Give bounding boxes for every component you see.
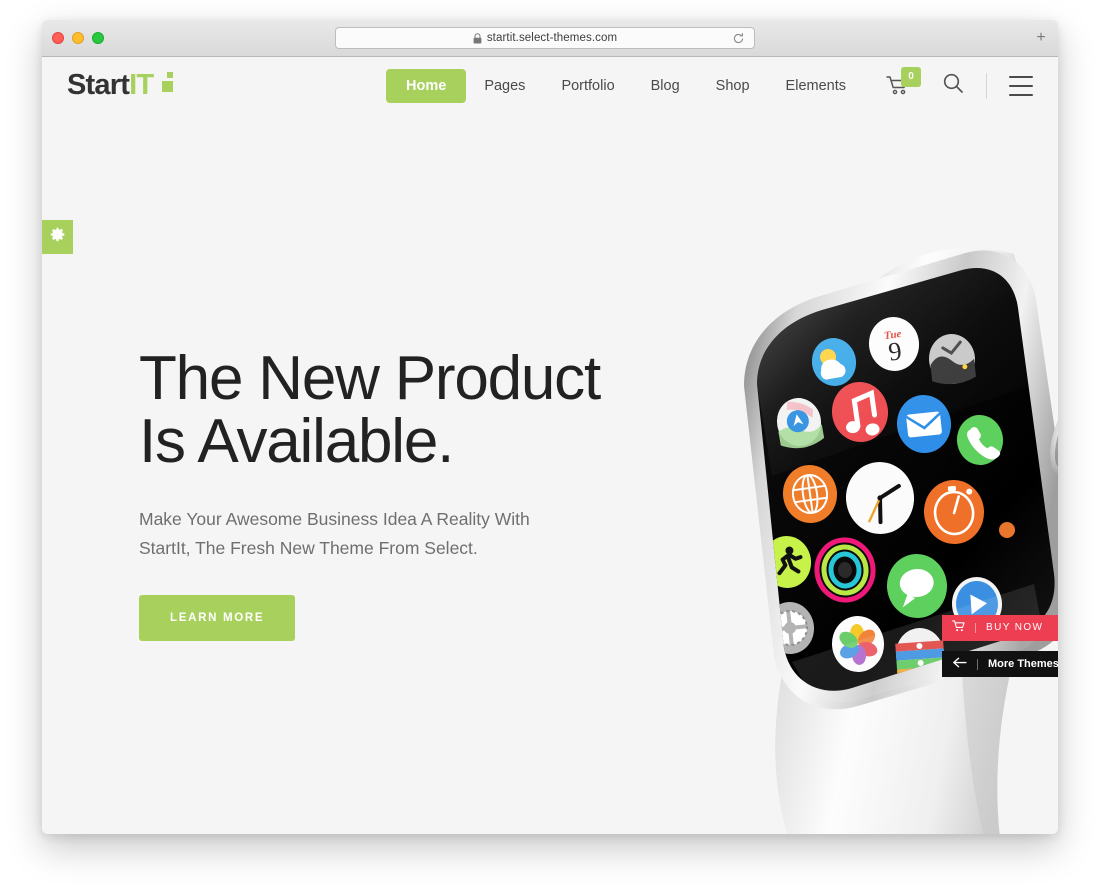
header-tools: 0 <box>886 66 1033 101</box>
website-viewport: Start IT Home Pages Portfolio Blog Shop … <box>42 57 1058 834</box>
hamburger-menu-icon[interactable] <box>1009 75 1033 96</box>
page-title: The New Product Is Available. <box>139 344 601 477</box>
learn-more-button[interactable]: LEARN MORE <box>139 595 296 642</box>
cart-button[interactable]: 0 <box>886 66 921 101</box>
buy-now-label: BUY NOW <box>975 623 1043 633</box>
window-controls <box>52 32 104 44</box>
shopping-cart-icon <box>952 619 965 637</box>
browser-titlebar: startit.select-themes.com + <box>42 20 1058 57</box>
nav-item-portfolio[interactable]: Portfolio <box>543 70 632 102</box>
hero-copy: The New Product Is Available. Make Your … <box>139 344 609 642</box>
floating-side-widgets: BUY NOW More Themes <box>942 615 1058 677</box>
close-window-button[interactable] <box>52 32 64 44</box>
hero-subtitle: Make Your Awesome Business Idea A Realit… <box>139 509 530 558</box>
header-divider <box>986 72 987 99</box>
nav-item-blog[interactable]: Blog <box>633 70 698 102</box>
reload-icon[interactable] <box>731 31 746 46</box>
address-bar[interactable]: startit.select-themes.com <box>335 27 755 49</box>
nav-item-elements[interactable]: Elements <box>768 70 864 102</box>
site-logo[interactable]: Start IT <box>67 69 174 101</box>
search-icon <box>942 72 964 99</box>
search-button[interactable] <box>940 73 966 99</box>
buy-now-button[interactable]: BUY NOW <box>942 615 1058 641</box>
new-tab-button[interactable]: + <box>1032 30 1050 48</box>
logo-text-start: Start <box>67 69 130 101</box>
theme-settings-tab[interactable] <box>42 220 73 254</box>
nav-item-shop[interactable]: Shop <box>698 70 768 102</box>
nav-item-pages[interactable]: Pages <box>466 70 543 102</box>
url-text: startit.select-themes.com <box>486 32 618 44</box>
logo-squares-icon <box>156 72 174 94</box>
browser-window: startit.select-themes.com + Start IT Hom… <box>42 20 1058 834</box>
arrow-left-icon <box>952 655 967 673</box>
logo-text-it: IT <box>129 69 154 101</box>
zoom-window-button[interactable] <box>92 32 104 44</box>
site-header: Start IT Home Pages Portfolio Blog Shop … <box>42 57 1058 114</box>
hero-watch-image: Tue 9 <box>662 244 1058 834</box>
lock-icon <box>473 32 482 44</box>
main-navigation: Home Pages Portfolio Blog Shop Elements <box>386 68 864 103</box>
more-themes-button[interactable]: More Themes <box>942 651 1058 677</box>
minimize-window-button[interactable] <box>72 32 84 44</box>
nav-item-home[interactable]: Home <box>386 68 467 103</box>
gear-icon <box>49 226 66 248</box>
cart-count-badge: 0 <box>901 66 921 87</box>
more-themes-label: More Themes <box>977 658 1058 670</box>
hero-section: Tue 9 <box>42 114 1058 834</box>
